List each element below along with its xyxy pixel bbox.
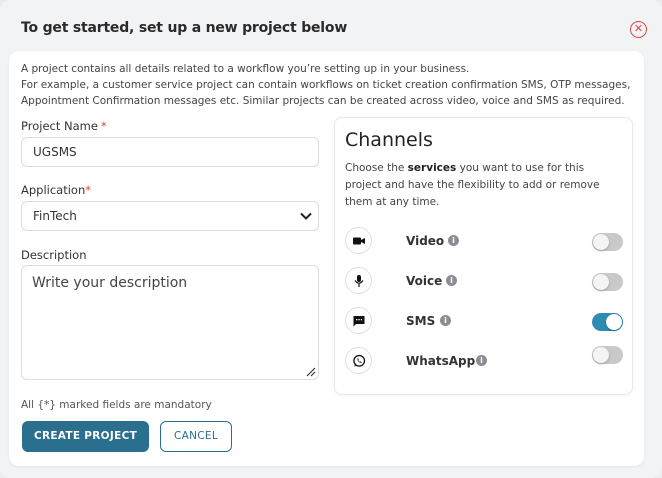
required-marker: * <box>100 119 107 133</box>
create-project-button[interactable]: CREATE PROJECT <box>22 421 149 452</box>
channels-description: Choose the services you want to use for … <box>345 162 600 208</box>
info-icon[interactable]: i <box>476 355 487 366</box>
description-label: Description <box>21 248 87 262</box>
microphone-icon <box>345 267 372 294</box>
channels-title: Channels <box>345 129 433 151</box>
application-select[interactable]: FinTech <box>21 201 319 231</box>
channel-name-sms: SMS <box>406 314 436 328</box>
channel-name-video: Video <box>406 234 445 248</box>
mandatory-note: All {*} marked fields are mandatory <box>21 399 212 411</box>
info-icon[interactable]: i <box>446 275 457 286</box>
video-toggle[interactable] <box>592 233 623 251</box>
whatsapp-toggle[interactable] <box>592 346 623 364</box>
intro-line: A project contains all details related t… <box>21 63 470 75</box>
intro-line: For example, a customer service project … <box>21 79 631 91</box>
info-icon[interactable]: i <box>448 235 459 246</box>
info-icon[interactable]: i <box>440 315 451 326</box>
sms-toggle[interactable] <box>592 313 623 331</box>
video-camera-icon <box>345 227 372 254</box>
project-name-input[interactable]: UGSMS <box>21 137 319 167</box>
modal-title: To get started, set up a new project bel… <box>21 20 348 36</box>
cancel-button[interactable]: CANCEL <box>160 421 232 452</box>
create-project-modal: To get started, set up a new project bel… <box>0 0 662 478</box>
whatsapp-icon <box>345 347 372 374</box>
modal-header: To get started, set up a new project bel… <box>0 0 662 50</box>
resize-handle-icon[interactable] <box>306 367 316 377</box>
chat-message-icon <box>345 307 372 334</box>
channel-name-whatsapp: WhatsApp <box>406 354 476 368</box>
voice-toggle[interactable] <box>592 273 623 291</box>
application-label: Application* <box>21 183 92 197</box>
chevron-down-icon <box>300 212 312 220</box>
channels-card <box>334 117 633 395</box>
close-icon[interactable]: ✕ <box>630 21 647 38</box>
required-marker: * <box>85 183 92 197</box>
channel-name-voice: Voice <box>406 274 443 288</box>
intro-text: A project contains all details related t… <box>21 61 631 109</box>
intro-line: Appointment Confirmation messages etc. S… <box>21 95 625 107</box>
project-name-label: Project Name * <box>21 119 107 133</box>
description-textarea[interactable]: Write your description <box>21 265 319 380</box>
